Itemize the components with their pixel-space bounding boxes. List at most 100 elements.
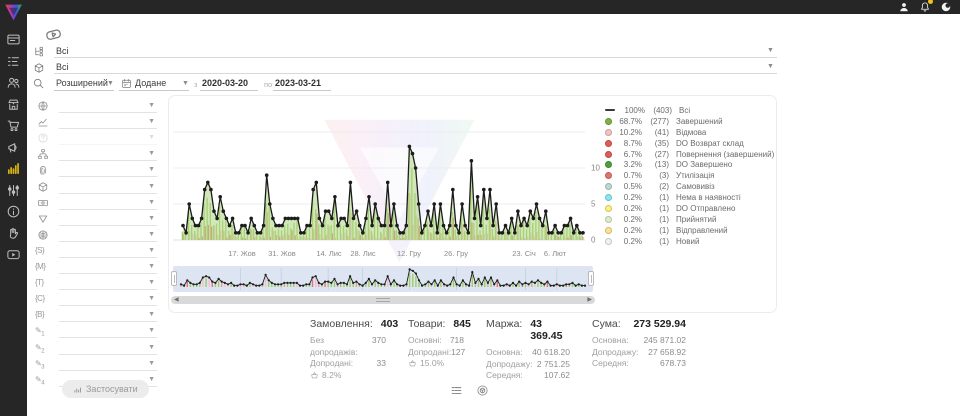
megaphone-icon bbox=[6, 140, 21, 155]
chart-scrollbar[interactable]: ◀ ▶ bbox=[171, 296, 595, 304]
cube-icon bbox=[37, 181, 49, 193]
scroll-left-icon[interactable]: ◀ bbox=[174, 296, 179, 304]
legend-item-12[interactable]: 0.2%(1)Відправлений bbox=[605, 225, 775, 236]
sidebar-item-sliders-icon[interactable] bbox=[6, 183, 21, 198]
navigator-right-handle[interactable] bbox=[588, 271, 594, 286]
legend-item-5[interactable]: 6.7%(27)Повернення (завершений) bbox=[605, 149, 775, 160]
sidebar-item-hand-icon[interactable] bbox=[6, 226, 21, 241]
chevron-down-icon[interactable]: ▼ bbox=[148, 118, 155, 125]
filter-row-13[interactable]: {C}▼ bbox=[35, 293, 157, 308]
package-view-icon[interactable] bbox=[476, 384, 489, 397]
legend-item-8[interactable]: 0.5%(2)Самовивіз bbox=[605, 181, 775, 192]
filter-row-4[interactable]: ▼ bbox=[35, 148, 157, 163]
date-from-input[interactable]: 2020-03-20 bbox=[202, 78, 248, 88]
app-logo-icon[interactable] bbox=[3, 2, 24, 23]
legend-item-10[interactable]: 0.2%(1)DO Отправлено bbox=[605, 203, 775, 214]
legend-item-13[interactable]: 0.2%(1)Новий bbox=[605, 236, 775, 247]
scroll-right-icon[interactable]: ▶ bbox=[587, 296, 592, 304]
store-icon bbox=[6, 97, 21, 112]
user-icon[interactable] bbox=[898, 1, 910, 13]
product-filter-select[interactable]: Всі bbox=[56, 62, 69, 72]
legend-item-1[interactable]: 100%(403)Всі bbox=[605, 105, 775, 116]
sidebar-item-dashboard-icon[interactable] bbox=[6, 32, 21, 47]
web-icon bbox=[37, 229, 49, 241]
chevron-down-icon[interactable]: ▼ bbox=[148, 295, 155, 302]
search-icon[interactable] bbox=[32, 77, 45, 90]
chevron-down-icon[interactable]: ▼ bbox=[107, 80, 114, 87]
chevron-down-icon[interactable]: ▼ bbox=[148, 376, 155, 383]
sidebar-item-megaphone-icon[interactable] bbox=[6, 140, 21, 155]
filter-row-1[interactable]: ▼ bbox=[35, 100, 157, 115]
calendar-icon[interactable] bbox=[121, 78, 132, 89]
sidebar-item-users-icon[interactable] bbox=[6, 75, 21, 90]
chevron-down-icon[interactable]: ▼ bbox=[148, 247, 155, 254]
legend-item-6[interactable]: 3.2%(13)DO Завершено bbox=[605, 159, 775, 170]
list-view-icon[interactable] bbox=[450, 384, 463, 397]
filter-row-11[interactable]: {M}▼ bbox=[35, 261, 157, 276]
legend-item-9[interactable]: 0.2%(1)Нема в наявності bbox=[605, 192, 775, 203]
chevron-down-icon[interactable]: ▼ bbox=[148, 215, 155, 222]
filter-row-9[interactable]: ▼ bbox=[35, 229, 157, 244]
sidebar-item-info-icon[interactable] bbox=[6, 204, 21, 219]
chevron-down-icon[interactable]: ▼ bbox=[148, 263, 155, 270]
chevron-down-icon[interactable]: ▼ bbox=[148, 183, 155, 190]
chevron-down-icon[interactable]: ▼ bbox=[148, 360, 155, 367]
moon-icon[interactable] bbox=[940, 1, 952, 13]
package-view-icon bbox=[476, 384, 489, 397]
stat-subrow: Основна:245 871.02 bbox=[592, 335, 686, 347]
navigator-left-handle[interactable] bbox=[171, 271, 177, 286]
sidebar-item-video-icon[interactable] bbox=[6, 247, 21, 262]
date-to-input[interactable]: 2023-03-21 bbox=[275, 78, 321, 88]
stat-subrow: Допродані:33 bbox=[310, 358, 386, 370]
legend-item-7[interactable]: 0.7%(3)Утилізація bbox=[605, 170, 775, 181]
filter-row-3[interactable]: ▼ bbox=[35, 132, 157, 147]
apply-button[interactable]: Застосувати bbox=[62, 380, 149, 398]
chevron-down-icon[interactable]: ▼ bbox=[767, 47, 774, 54]
sidebar-item-chart-icon[interactable] bbox=[6, 161, 21, 176]
chart-icon bbox=[6, 161, 21, 176]
filter-underline bbox=[59, 112, 157, 113]
filter-row-7[interactable]: ▼ bbox=[35, 197, 157, 212]
legend-item-2[interactable]: 68.7%(277)Завершений bbox=[605, 116, 775, 127]
legend-label: Відмова bbox=[676, 128, 706, 137]
legend-item-3[interactable]: 10.2%(41)Відмова bbox=[605, 127, 775, 138]
bell-icon[interactable] bbox=[919, 1, 931, 13]
sidebar-item-cart-icon[interactable] bbox=[6, 118, 21, 133]
scrollbar-grip[interactable] bbox=[376, 298, 390, 302]
chevron-down-icon[interactable]: ▼ bbox=[148, 327, 155, 334]
filter-row-8[interactable]: ▼ bbox=[35, 213, 157, 228]
filter-row-2[interactable]: ▼ bbox=[35, 116, 157, 131]
legend-item-11[interactable]: 0.2%(1)Прийнятий bbox=[605, 214, 775, 225]
search-mode-select[interactable]: Розширений bbox=[56, 78, 108, 88]
filter-row-16[interactable]: ✎2▼ bbox=[35, 342, 157, 357]
chevron-down-icon[interactable]: ▼ bbox=[148, 102, 155, 109]
legend-item-4[interactable]: 8.7%(35)DO Возврат склад bbox=[605, 138, 775, 149]
filter-row-10[interactable]: {S}▼ bbox=[35, 245, 157, 260]
svg-text:0: 0 bbox=[591, 236, 596, 245]
sidebar-item-list-icon[interactable] bbox=[6, 54, 21, 69]
chevron-down-icon[interactable]: ▼ bbox=[148, 150, 155, 157]
chevron-down-icon[interactable]: ▼ bbox=[148, 166, 155, 173]
filter-row-5[interactable]: ▼ bbox=[35, 164, 157, 179]
chevron-down-icon[interactable]: ▼ bbox=[148, 344, 155, 351]
legend-swatch bbox=[605, 151, 612, 158]
filter-row-12[interactable]: {T}▼ bbox=[35, 277, 157, 292]
chevron-down-icon[interactable]: ▼ bbox=[148, 279, 155, 286]
chevron-down-icon[interactable]: ▼ bbox=[182, 80, 189, 87]
date-field-select[interactable]: Додане bbox=[135, 78, 166, 88]
chevron-down-icon[interactable]: ▼ bbox=[148, 231, 155, 238]
chevron-down-icon[interactable]: ▼ bbox=[148, 134, 155, 141]
filter-row-15[interactable]: ✎1▼ bbox=[35, 325, 157, 340]
filter-row-14[interactable]: {B}▼ bbox=[35, 309, 157, 324]
chevron-down-icon[interactable]: ▼ bbox=[148, 311, 155, 318]
filter-row-6[interactable]: ▼ bbox=[35, 181, 157, 196]
status-filter-select[interactable]: Всі bbox=[56, 46, 69, 56]
chevron-down-icon[interactable]: ▼ bbox=[767, 63, 774, 70]
chevron-down-icon[interactable]: ▼ bbox=[148, 199, 155, 206]
product-filter-underline bbox=[54, 73, 777, 74]
funnel-icon bbox=[37, 213, 49, 225]
tag-icon[interactable] bbox=[44, 25, 63, 42]
chart-navigator[interactable] bbox=[173, 266, 593, 292]
sidebar-item-store-icon[interactable] bbox=[6, 97, 21, 112]
filter-row-17[interactable]: ✎3▼ bbox=[35, 358, 157, 373]
